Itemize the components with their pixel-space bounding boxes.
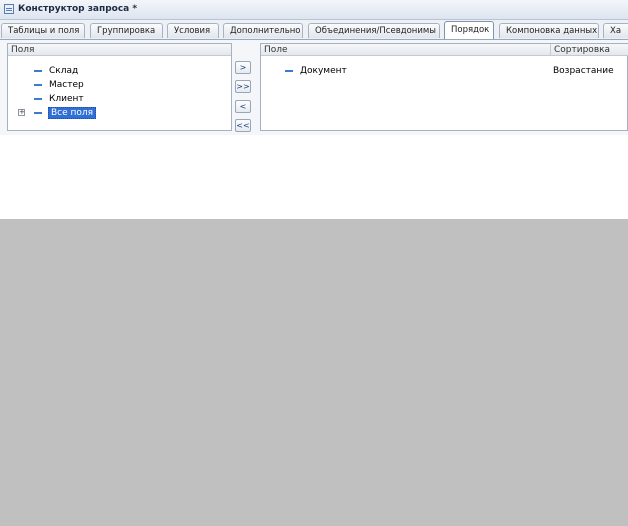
tab-conditions[interactable]: Условия [167, 23, 219, 38]
row-sort-value[interactable]: Возрастание [553, 65, 614, 77]
tab-unions-aliases[interactable]: Объединения/Псевдонимы [308, 23, 440, 38]
tab-grouping[interactable]: Группировка [90, 23, 163, 38]
table-row[interactable]: Документ Возрастание [261, 65, 627, 77]
tree-item-label: Склад [49, 66, 79, 76]
column-header-sort[interactable]: Сортировка [550, 44, 628, 56]
row-field-value: Документ [300, 66, 347, 76]
window-titlebar: Конструктор запроса * [0, 0, 628, 20]
column-header-field[interactable]: Поле [261, 44, 550, 56]
field-icon [34, 112, 42, 114]
tab-additional[interactable]: Дополнительно [223, 23, 303, 38]
move-right-button[interactable]: > [235, 61, 251, 74]
tree-item-label: Мастер [49, 80, 84, 90]
order-tab-content: Поля Склад Мастер Клиент + Все поля > >>… [0, 40, 628, 135]
field-icon [34, 98, 42, 100]
field-icon [34, 70, 42, 72]
tree-item-client[interactable]: Клиент [8, 93, 228, 105]
empty-background [0, 219, 628, 526]
move-all-right-button[interactable]: >> [235, 80, 251, 93]
move-left-button[interactable]: < [235, 100, 251, 113]
tree-item-label: Все поля [48, 107, 97, 119]
tab-order[interactable]: Порядок [444, 21, 494, 39]
tab-data-composition[interactable]: Компоновка данных [499, 23, 599, 38]
order-table[interactable]: Поле Сортировка Документ Возрастание [260, 43, 628, 131]
tab-tables-and-fields[interactable]: Таблицы и поля [1, 23, 85, 38]
window-title: Конструктор запроса * [18, 4, 138, 14]
move-all-left-button[interactable]: << [235, 119, 251, 132]
tab-more[interactable]: Ха [603, 23, 628, 38]
expand-plus-icon[interactable]: + [18, 109, 25, 116]
tab-bar: Таблицы и поля Группировка Условия Допол… [0, 20, 628, 40]
query-builder-icon [4, 4, 14, 14]
fields-tree-header: Поля [8, 44, 231, 56]
tree-item-label: Клиент [49, 94, 84, 104]
tree-item-all-fields[interactable]: + Все поля [8, 107, 228, 119]
fields-tree[interactable]: Поля Склад Мастер Клиент + Все поля [7, 43, 232, 131]
tree-item-sklad[interactable]: Склад [8, 65, 228, 77]
field-icon [285, 70, 293, 72]
tree-item-master[interactable]: Мастер [8, 79, 228, 91]
field-icon [34, 84, 42, 86]
